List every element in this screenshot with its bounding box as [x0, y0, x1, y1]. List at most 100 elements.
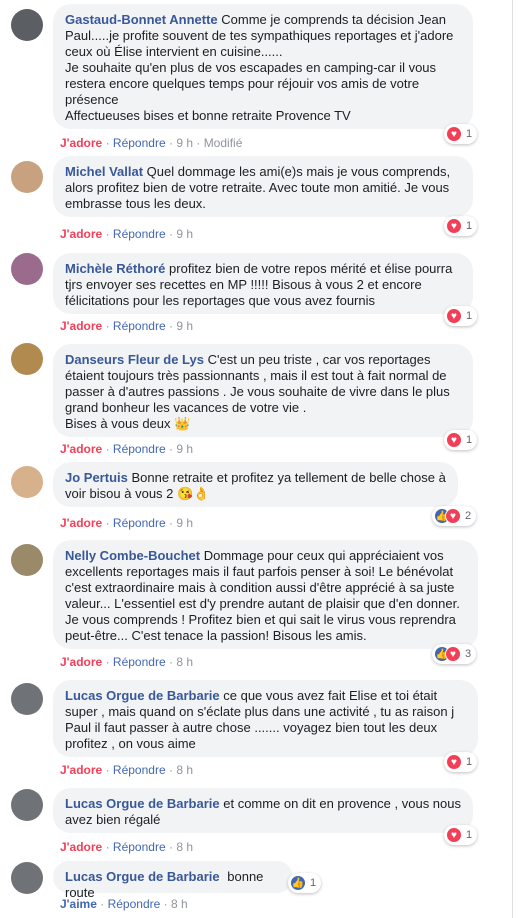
reply-button[interactable]: Répondre	[113, 319, 166, 333]
reaction-count: 1	[466, 310, 473, 322]
reaction-summary[interactable]: ♥ 1	[444, 124, 478, 144]
reply-button[interactable]: Répondre	[113, 840, 166, 854]
comment-actions: J'adore · Répondre · 9 h	[60, 319, 193, 333]
heart-icon: ♥	[446, 218, 462, 234]
timestamp[interactable]: 8 h	[176, 763, 193, 777]
like-button[interactable]: J'adore	[60, 840, 102, 854]
reply-button[interactable]: Répondre	[113, 442, 166, 456]
reaction-summary[interactable]: ♥ 1	[444, 752, 478, 772]
divider	[512, 0, 513, 918]
avatar[interactable]	[11, 466, 43, 498]
like-button[interactable]: J'adore	[60, 136, 102, 150]
heart-icon: ♥	[446, 308, 462, 324]
reply-button[interactable]: Répondre	[113, 227, 166, 241]
comment-author[interactable]: Michèle Réthoré	[65, 261, 165, 276]
heart-icon: ♥	[446, 827, 462, 843]
comment-bubble: Michèle Réthoré profitez bien de votre r…	[53, 253, 473, 314]
heart-icon: ♥	[445, 508, 461, 524]
reaction-count: 1	[466, 829, 473, 841]
comment-author[interactable]: Lucas Orgue de Barbarie	[65, 869, 220, 884]
comment: Lucas Orgue de Barbarie ce que vous avez…	[0, 672, 510, 780]
reaction-summary[interactable]: ♥ 1	[444, 216, 478, 236]
reaction-summary[interactable]: 👍 ♥ 3	[432, 644, 477, 664]
reaction-count: 3	[465, 648, 472, 660]
heart-icon: ♥	[446, 754, 462, 770]
reaction-count: 1	[466, 128, 473, 140]
separator: ·	[196, 136, 204, 150]
comment-author[interactable]: Lucas Orgue de Barbarie	[65, 688, 220, 703]
avatar[interactable]	[11, 253, 43, 285]
separator: ·	[105, 655, 113, 669]
heart-icon: ♥	[446, 432, 462, 448]
comment-author[interactable]: Danseurs Fleur de Lys	[65, 352, 204, 367]
separator: ·	[105, 763, 113, 777]
reply-button[interactable]: Répondre	[108, 897, 161, 911]
reaction-summary[interactable]: 👍 ♥ 2	[432, 506, 477, 526]
comment-bubble: Lucas Orgue de Barbarie et comme on dit …	[53, 788, 473, 833]
comment-bubble: Lucas Orgue de Barbarie ce que vous avez…	[53, 680, 478, 757]
comment-bubble: Michel Vallat Quel dommage les ami(e)s m…	[53, 156, 473, 217]
timestamp[interactable]: 8 h	[171, 897, 188, 911]
separator: ·	[105, 442, 113, 456]
avatar[interactable]	[11, 544, 43, 576]
like-button[interactable]: J'adore	[60, 227, 102, 241]
separator: ·	[105, 840, 113, 854]
comment-actions: J'adore · Répondre · 9 h	[60, 516, 193, 530]
comment: Gastaud-Bonnet Annette Comme je comprend…	[0, 0, 510, 150]
separator: ·	[105, 319, 113, 333]
comment: Danseurs Fleur de Lys C'est un peu trist…	[0, 332, 510, 456]
reply-button[interactable]: Répondre	[113, 516, 166, 530]
comment-text: Comme je comprends ta décision Jean Paul…	[65, 12, 453, 123]
timestamp[interactable]: 8 h	[176, 840, 193, 854]
avatar[interactable]	[11, 683, 43, 715]
separator: ·	[163, 897, 171, 911]
comment: Lucas Orgue de Barbarie et comme on dit …	[0, 780, 510, 855]
reply-button[interactable]: Répondre	[113, 763, 166, 777]
reply-button[interactable]: Répondre	[113, 136, 166, 150]
comment-actions: J'adore · Répondre · 8 h	[60, 763, 193, 777]
comment-author[interactable]: Nelly Combe-Bouchet	[65, 548, 200, 563]
avatar[interactable]	[11, 9, 43, 41]
like-button[interactable]: J'adore	[60, 763, 102, 777]
reaction-summary[interactable]: 👍 1	[288, 873, 322, 893]
comment-text-line: Affectueuses bises et bonne retraite Pro…	[65, 108, 351, 123]
reaction-count: 1	[466, 434, 473, 446]
timestamp[interactable]: 9 h	[176, 136, 193, 150]
avatar[interactable]	[11, 789, 43, 821]
timestamp[interactable]: 9 h	[176, 442, 193, 456]
comment-text-line: Bises à vous deux 👑	[65, 416, 191, 431]
comment-author[interactable]: Jo Pertuis	[65, 470, 128, 485]
comment-actions: J'adore · Répondre · 9 h	[60, 227, 193, 241]
like-button[interactable]: J'adore	[60, 442, 102, 456]
comment-text-line: Je souhaite qu'en plus de vos escapades …	[65, 60, 437, 107]
reaction-summary[interactable]: ♥ 1	[444, 825, 478, 845]
like-button[interactable]: J'aime	[60, 897, 97, 911]
reaction-count: 1	[310, 877, 317, 889]
comment: Jo Pertuis Bonne retraite et profitez ya…	[0, 456, 510, 532]
comment-author[interactable]: Lucas Orgue de Barbarie	[65, 796, 220, 811]
reaction-summary[interactable]: ♥ 1	[444, 306, 478, 326]
comment-bubble: Lucas Orgue de Barbarie bonne route	[53, 861, 293, 900]
timestamp[interactable]: 9 h	[176, 319, 193, 333]
heart-icon: ♥	[446, 126, 462, 142]
timestamp[interactable]: 9 h	[176, 227, 193, 241]
comment-author[interactable]: Gastaud-Bonnet Annette	[65, 12, 218, 27]
like-button[interactable]: J'adore	[60, 516, 102, 530]
like-button[interactable]: J'adore	[60, 655, 102, 669]
avatar[interactable]	[11, 343, 43, 375]
reply-button[interactable]: Répondre	[113, 655, 166, 669]
crown-icon: 👑	[174, 416, 191, 431]
like-button[interactable]: J'adore	[60, 319, 102, 333]
timestamp[interactable]: 9 h	[176, 516, 193, 530]
reaction-summary[interactable]: ♥ 1	[444, 430, 478, 450]
avatar[interactable]	[11, 161, 43, 193]
timestamp[interactable]: 8 h	[176, 655, 193, 669]
ok-hand-icon: 👌	[193, 486, 210, 501]
avatar[interactable]	[11, 862, 43, 894]
reaction-count: 1	[466, 220, 473, 232]
comment-actions: J'aime · Répondre · 8 h	[60, 897, 188, 911]
comment-bubble: Danseurs Fleur de Lys C'est un peu trist…	[53, 344, 473, 437]
edited-label[interactable]: Modifié	[204, 136, 243, 150]
comment-author[interactable]: Michel Vallat	[65, 164, 143, 179]
separator: ·	[105, 227, 113, 241]
